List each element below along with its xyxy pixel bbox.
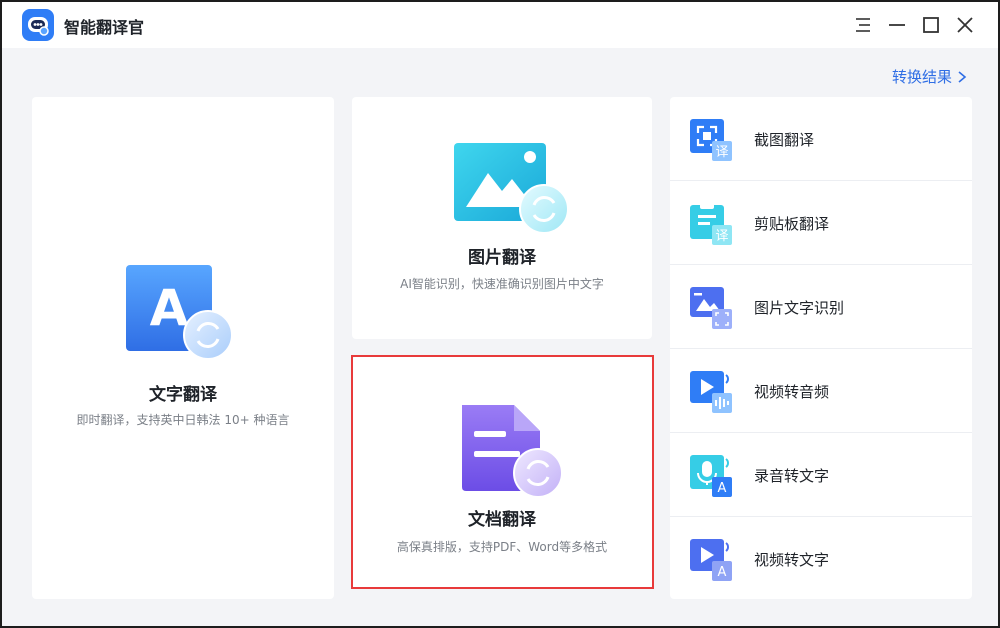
tool-item-video-to-audio[interactable]: 视频转音频 [670,349,972,433]
app-title: 智能翻译官 [64,18,145,37]
tool-label: 视频转音频 [754,383,830,401]
tool-item-recording-to-text[interactable]: A 录音转文字 [670,433,972,517]
screenshot-translate-icon: 译 [690,119,732,161]
tool-item-video-to-text[interactable]: A 视频转文字 [670,517,972,601]
close-icon [957,17,973,33]
svg-text:译: 译 [715,229,728,244]
minimize-icon [889,24,905,26]
tool-item-screenshot-translation[interactable]: 译 截图翻译 [670,97,972,181]
document-translation-card[interactable]: 文档翻译 高保真排版，支持PDF、Word等多格式 [352,357,652,589]
document-translation-title: 文档翻译 [468,510,536,530]
image-translation-card[interactable]: 图片翻译 AI智能识别，快速准确识别图片中文字 [352,97,652,339]
text-translation-desc: 即时翻译，支持英中日韩法 10+ 种语言 [76,413,290,427]
image-translation-title: 图片翻译 [468,248,536,268]
svg-text:译: 译 [715,145,728,160]
close-button[interactable] [952,12,978,38]
video-to-text-icon: A [690,539,732,581]
tool-item-clipboard-translation[interactable]: 译 剪贴板翻译 [670,181,972,265]
clipboard-translate-icon: 译 [690,203,732,245]
tool-label: 视频转文字 [754,551,830,569]
tool-label: 录音转文字 [754,467,830,485]
tool-list: 译 截图翻译 译 剪贴板翻译 图片文字识别 视频转音频 A 录音转文字 A 视频… [670,97,972,599]
text-translation-title: 文字翻译 [149,385,217,405]
svg-text:A: A [718,565,727,580]
tool-label: 截图翻译 [754,131,815,149]
chevron-right-icon [958,70,967,83]
tool-label: 剪贴板翻译 [754,215,830,233]
maximize-button[interactable] [918,12,944,38]
tool-item-image-ocr[interactable]: 图片文字识别 [670,265,972,349]
title-bar: 智能翻译官 [2,2,998,48]
svg-text:A: A [718,481,727,496]
conversion-results-label: 转换结果 [891,68,952,86]
tool-label: 图片文字识别 [754,299,845,317]
menu-icon [856,18,870,32]
app-logo-icon [22,9,54,41]
minimize-button[interactable] [884,12,910,38]
conversion-results-link[interactable]: 转换结果 [892,66,968,87]
video-to-audio-icon [690,371,732,413]
recording-to-text-icon: A [690,455,732,497]
text-icon-letter: A [150,279,189,337]
image-translation-icon [454,143,569,234]
document-translation-desc: 高保真排版，支持PDF、Word等多格式 [396,540,608,554]
text-translation-card[interactable]: A 文字翻译 即时翻译，支持英中日韩法 10+ 种语言 [32,97,334,599]
image-ocr-icon [690,287,732,329]
maximize-icon [923,17,939,33]
app-window: 智能翻译官 转换结果 A 文字翻译 即时翻译，支持英中日韩法 10+ 种语言 图… [0,0,1000,628]
image-translation-desc: AI智能识别，快速准确识别图片中文字 [400,277,604,291]
menu-button[interactable] [850,12,876,38]
text-translation-icon: A [126,265,233,360]
document-translation-icon [462,405,563,498]
